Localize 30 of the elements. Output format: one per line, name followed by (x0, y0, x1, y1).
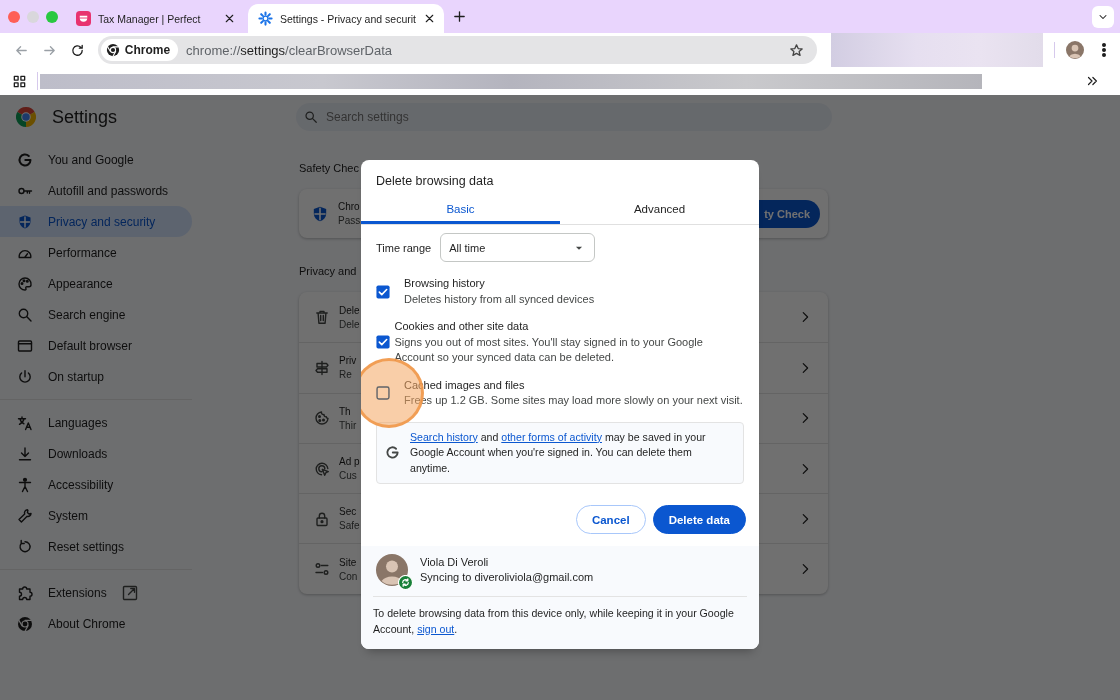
option-description: Signs you out of most sites. You'll stay signed in to your Google Account so your synced data can be deleted. (394, 334, 704, 365)
row-subtitle: Cus (339, 470, 358, 482)
option-description: Frees up 1.2 GB. Some sites may load more slowly on your next visit. (404, 393, 743, 408)
account-name: Viola Di Veroli (420, 554, 490, 570)
row-title: Ad p (339, 456, 360, 468)
section-heading: Safety Chec (299, 161, 360, 176)
option-title: Cached images and files (404, 377, 526, 393)
field-label: Time range (376, 241, 432, 254)
notice-text: Search history and other forms of activity may be saved in your Google Account when you're signed in. You can delete them anytime. (410, 429, 707, 476)
row-title: Site (339, 556, 358, 568)
option-title: Cookies and other site data (394, 319, 530, 334)
section-heading: Privacy and (299, 264, 358, 279)
url-text: chrome://settings/clearBrowserData (186, 42, 394, 58)
row-subtitle: Dele (339, 318, 360, 330)
option-description: Deletes history from all synced devices (404, 291, 595, 307)
page-title: Settings (52, 106, 118, 128)
row-title: Dele (339, 304, 360, 316)
row-subtitle: Thir (339, 419, 357, 431)
card-title: Chro (338, 201, 361, 212)
row-subtitle: Con (339, 570, 358, 582)
dialog-title: Delete browsing data (375, 173, 495, 189)
row-title: Sec (339, 506, 358, 518)
sync-status: Syncing to diveroliviola@gmail.com (420, 570, 594, 585)
row-title: Th (339, 405, 352, 417)
option-title: Browsing history (404, 276, 486, 291)
card-subtitle: Pass (338, 215, 361, 226)
row-subtitle: Safe (339, 520, 360, 532)
row-subtitle: Re (339, 369, 353, 381)
footer-text: To delete browsing data from this device only, while keeping it in your Google Account, sign out. (373, 606, 735, 637)
row-title: Priv (339, 355, 357, 367)
